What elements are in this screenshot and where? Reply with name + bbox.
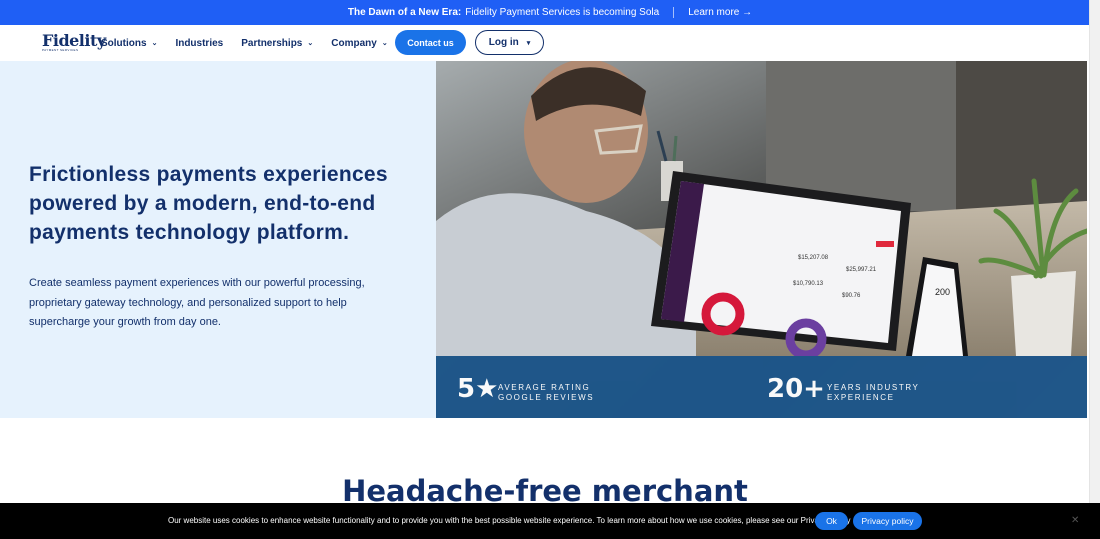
hero-title: Frictionless payments experiences powere… bbox=[29, 160, 409, 247]
years-value: 20+ bbox=[767, 374, 825, 404]
announcement-text: Fidelity Payment Services is becoming So… bbox=[465, 7, 660, 18]
chevron-down-icon: ⌄ bbox=[307, 40, 314, 47]
screen-value: $90.76 bbox=[842, 293, 861, 299]
tablet-device: $15,207.08 $25,997.21 $10,790.13 $90.76 bbox=[651, 171, 911, 356]
announcement-bar: The Dawn of a New Era: Fidelity Payment … bbox=[0, 0, 1100, 25]
hero-title-line1: Frictionless payments experiences bbox=[29, 163, 388, 186]
nav-item-label: Solutions bbox=[101, 37, 147, 49]
announcement-bold: The Dawn of a New Era: bbox=[347, 7, 462, 18]
nav-item-label: Company bbox=[331, 37, 377, 49]
nav-item-label: Industries bbox=[175, 37, 224, 49]
hero-illustration: $15,207.08 $25,997.21 $10,790.13 $90.76 … bbox=[436, 61, 1087, 356]
cookie-ok-button[interactable]: Ok bbox=[815, 512, 848, 530]
hero-title-line2: powered by a modern, bbox=[29, 192, 258, 215]
caret-down-icon: ▾ bbox=[526, 39, 531, 47]
nav-item-industries[interactable]: Industries bbox=[175, 38, 223, 49]
contact-us-button[interactable]: Contact us bbox=[395, 30, 466, 55]
log-in-button[interactable]: Log in ▾ bbox=[475, 30, 544, 55]
nav-item-solutions[interactable]: Solutions ⌄ bbox=[101, 38, 157, 49]
screen-value: $25,997.21 bbox=[846, 267, 877, 273]
years-label-line2: EXPERIENCE bbox=[827, 392, 895, 402]
log-in-label: Log in bbox=[488, 37, 519, 48]
nav-item-company[interactable]: Company ⌄ bbox=[331, 38, 387, 49]
cookie-banner: Our website uses cookies to enhance webs… bbox=[0, 503, 1100, 539]
nav-item-label: Partnerships bbox=[241, 37, 303, 49]
announcement-divider bbox=[673, 7, 675, 18]
years-label-line1: YEARS INDUSTRY bbox=[827, 383, 920, 392]
rating-value: 5★ bbox=[457, 374, 499, 404]
main-nav: Fidelity PAYMENT SERVICES Solutions ⌄ In… bbox=[0, 25, 1100, 61]
hero-description: Create seamless payment experiences with… bbox=[29, 277, 365, 328]
screen-value: $10,790.13 bbox=[793, 281, 824, 287]
phone-value: 200 bbox=[935, 287, 950, 297]
chevron-down-icon: ⌄ bbox=[151, 40, 158, 47]
scrollbar[interactable] bbox=[1089, 0, 1100, 539]
years-label: YEARS INDUSTRY EXPERIENCE bbox=[827, 383, 920, 402]
stats-bar: 5★ AVERAGE RATING GOOGLE REVIEWS 20+ YEA… bbox=[436, 356, 1087, 418]
fidelity-logo[interactable]: Fidelity PAYMENT SERVICES bbox=[42, 31, 106, 57]
screen-value: $15,207.08 bbox=[798, 255, 829, 261]
privacy-policy-button[interactable]: Privacy policy bbox=[853, 512, 922, 530]
rating-label-line1: AVERAGE RATING bbox=[498, 383, 591, 392]
close-icon[interactable]: ✕ bbox=[1071, 515, 1079, 526]
nav-item-partnerships[interactable]: Partnerships ⌄ bbox=[241, 38, 313, 49]
chevron-down-icon: ⌄ bbox=[381, 40, 388, 47]
rating-label: AVERAGE RATING GOOGLE REVIEWS bbox=[498, 383, 594, 402]
learn-more-link[interactable]: Learn more → bbox=[688, 7, 752, 18]
page: The Dawn of a New Era: Fidelity Payment … bbox=[0, 0, 1100, 539]
nav-menu: Solutions ⌄ Industries Partnerships ⌄ Co… bbox=[101, 25, 406, 61]
hero-title-bold-2: payments technology platform. bbox=[29, 221, 350, 244]
hero-title-bold-1: end-to-end bbox=[264, 192, 376, 215]
rating-label-line2: GOOGLE REVIEWS bbox=[498, 392, 595, 402]
cookie-text: Our website uses cookies to enhance webs… bbox=[168, 516, 851, 525]
